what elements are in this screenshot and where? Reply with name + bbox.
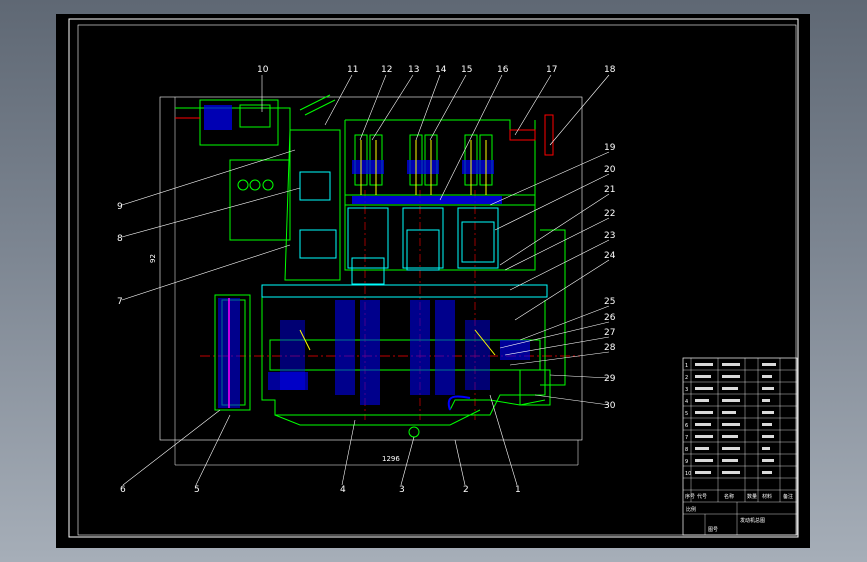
part-label-27: 27 — [604, 328, 615, 338]
part-label-4: 4 — [340, 485, 346, 495]
dimension-width: 1296 — [382, 455, 400, 463]
scale-label: 比例 — [686, 506, 696, 513]
drawing-title: 发动机总图 — [740, 517, 765, 524]
part-label-12: 12 — [381, 65, 392, 75]
part-label-28: 28 — [604, 343, 616, 353]
part-label-18: 18 — [604, 65, 616, 75]
bom-row-9-no: 9 — [685, 459, 688, 465]
part-label-14: 14 — [435, 65, 447, 75]
bom-row-6-no: 6 — [685, 423, 688, 429]
part-label-11: 11 — [347, 65, 358, 75]
part-label-20: 20 — [604, 165, 616, 175]
flywheel — [218, 298, 240, 408]
footer-code: 代号 — [697, 493, 707, 500]
part-label-24: 24 — [604, 251, 616, 261]
bom-row-1-no: 1 — [685, 363, 688, 369]
dimension-height: 92 — [149, 254, 157, 263]
footer-qty: 数量 — [747, 493, 757, 500]
bom-row-3-no: 3 — [685, 387, 688, 393]
part-label-22: 22 — [604, 209, 615, 219]
part-label-8: 8 — [117, 234, 123, 244]
bom-row-4-no: 4 — [685, 399, 688, 405]
part-label-30: 30 — [604, 401, 616, 411]
part-label-7: 7 — [117, 297, 123, 307]
footer-material: 材料 — [762, 493, 772, 500]
footer-remarks: 备注 — [783, 493, 793, 500]
part-label-21: 21 — [604, 185, 615, 195]
bom-row-10-no: 10 — [685, 471, 691, 477]
engine-drawing: 1296 92 1 2 3 4 5 6 7 8 9 10 11 12 13 14… — [56, 14, 810, 548]
part-label-19: 19 — [604, 143, 616, 153]
part-label-23: 23 — [604, 231, 615, 241]
part-label-3: 3 — [399, 485, 405, 495]
part-label-1: 1 — [515, 485, 521, 495]
bom-row-5-no: 5 — [685, 411, 688, 417]
drawing-number-label: 图号 — [708, 527, 718, 533]
part-label-13: 13 — [408, 65, 419, 75]
footer-name: 名称 — [724, 493, 734, 500]
part-label-2: 2 — [463, 485, 469, 495]
footer-no: 序号 — [685, 493, 695, 500]
part-label-26: 26 — [604, 313, 616, 323]
part-label-17: 17 — [546, 65, 557, 75]
part-label-25: 25 — [604, 297, 615, 307]
part-label-29: 29 — [604, 374, 616, 384]
bom-row-7-no: 7 — [685, 435, 688, 441]
part-label-5: 5 — [194, 485, 200, 495]
part-label-9: 9 — [117, 202, 123, 212]
part-label-15: 15 — [461, 65, 472, 75]
cad-viewport[interactable]: 1296 92 1 2 3 4 5 6 7 8 9 10 11 12 13 14… — [0, 0, 867, 562]
bom-row-8-no: 8 — [685, 447, 688, 453]
part-label-6: 6 — [120, 485, 126, 495]
part-label-16: 16 — [497, 65, 509, 75]
part-label-10: 10 — [257, 65, 269, 75]
bom-row-2-no: 2 — [685, 375, 688, 381]
